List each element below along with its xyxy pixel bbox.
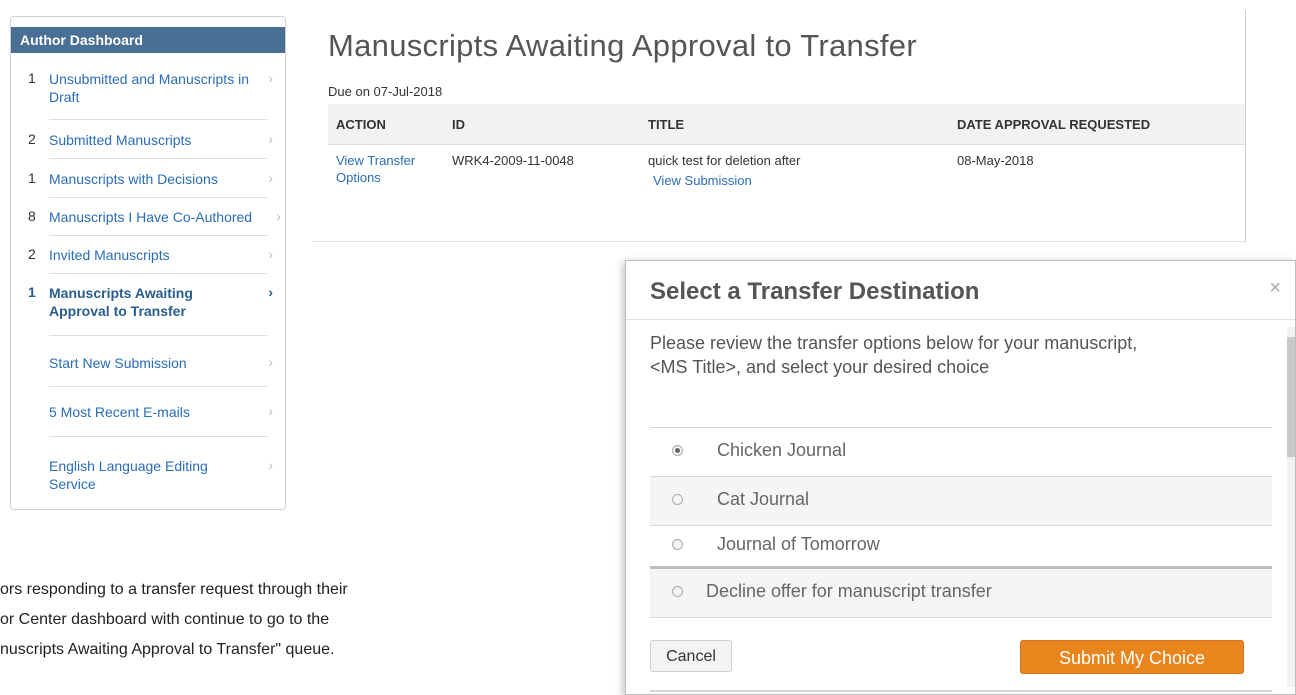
chevron-right-icon: › [268,354,273,370]
caption-line: ors responding to a transfer request thr… [0,581,348,598]
radio-button[interactable] [672,445,683,456]
divider [49,436,267,437]
radio-button[interactable] [672,586,683,597]
option-label: Journal of Tomorrow [717,534,880,554]
caption-text: ors responding to a transfer request thr… [0,575,620,665]
sidebar-item-label: 5 Most Recent E-mails [49,404,190,420]
date-approval-requested: 08-May-2018 [957,153,1034,168]
option-cat-journal[interactable]: Cat Journal [650,477,1272,525]
transfer-destination-modal: Select a Transfer Destination × Please r… [625,260,1296,695]
chevron-right-icon: › [276,208,281,224]
sidebar-item-label: Invited Manuscripts [49,247,170,263]
radio-button[interactable] [672,539,683,550]
chevron-right-icon: › [268,403,273,419]
sidebar-item-count: 8 [28,208,36,224]
chevron-right-icon: › [268,284,273,300]
divider [650,617,1272,618]
intro-line: Please review the transfer options below… [650,333,1138,353]
sidebar-item-count: 2 [28,246,36,262]
sidebar-item-label: Unsubmitted and Manuscripts in Draft [49,71,249,105]
sidebar-item-count: 1 [28,284,36,300]
divider [49,273,267,274]
option-label: Decline offer for manuscript transfer [706,581,992,601]
column-header-id: ID [452,117,465,132]
chevron-right-icon: › [268,246,273,262]
divider [49,335,267,336]
manuscript-title: quick test for deletion after [648,153,801,168]
divider [650,690,1272,692]
column-header-date: DATE APPROVAL REQUESTED [957,117,1151,132]
sidebar-item-count: 1 [28,70,36,86]
chevron-right-icon: › [268,170,273,186]
column-header-action: ACTION [336,117,386,132]
chevron-right-icon: › [268,131,273,147]
sidebar-item-label: English Language Editing Service [49,458,208,492]
divider [49,158,267,159]
sidebar-item-language-editing[interactable]: English Language Editing Service › [11,457,285,497]
column-header-title: TITLE [648,117,685,132]
submit-choice-button[interactable]: Submit My Choice [1020,640,1244,674]
divider [626,319,1295,320]
option-label: Cat Journal [717,489,810,509]
main-content: Manuscripts Awaiting Approval to Transfe… [312,10,1246,242]
manuscript-id: WRK4-2009-11-0048 [452,153,574,168]
sidebar-item-label: Manuscripts with Decisions [49,171,218,187]
chevron-right-icon: › [268,457,273,473]
option-label: Chicken Journal [717,440,847,460]
view-submission-link[interactable]: View Submission [653,172,752,189]
modal-title: Select a Transfer Destination [650,278,980,305]
table-header: ACTION ID TITLE DATE APPROVAL REQUESTED [328,104,1245,145]
scrollbar-thumb[interactable] [1287,337,1295,457]
sidebar-item-unsubmitted[interactable]: 1 Unsubmitted and Manuscripts in Draft › [11,70,285,110]
divider [49,197,267,198]
sidebar-item-label: Submitted Manuscripts [49,132,192,148]
sidebar-item-count: 2 [28,131,36,147]
option-journal-of-tomorrow[interactable]: Journal of Tomorrow [650,522,1272,570]
modal-intro: Please review the transfer options below… [650,331,1250,379]
due-date: Due on 07-Jul-2018 [328,84,443,99]
divider [49,119,267,120]
sidebar-item-awaiting-transfer[interactable]: 1 Manuscripts Awaiting Approval to Trans… [11,284,285,324]
caption-line: nuscripts Awaiting Approval to Transfer"… [0,641,335,658]
author-dashboard-sidebar: Author Dashboard 1 Unsubmitted and Manus… [10,16,286,510]
sidebar-item-label: Manuscripts Awaiting Approval to Transfe… [49,285,193,319]
divider [49,235,267,236]
chevron-right-icon: › [268,70,273,86]
view-transfer-options-link[interactable]: View Transfer Options [336,152,436,186]
radio-button[interactable] [672,494,683,505]
cancel-button[interactable]: Cancel [650,640,732,672]
sidebar-header: Author Dashboard [11,27,285,53]
sidebar-item-count: 1 [28,170,36,186]
option-chicken-journal[interactable]: Chicken Journal [650,428,1272,476]
page-title: Manuscripts Awaiting Approval to Transfe… [328,28,917,63]
caption-line: or Center dashboard with continue to go … [0,611,330,628]
sidebar-item-label: Start New Submission [49,355,187,371]
sidebar-item-label: Manuscripts I Have Co-Authored [49,209,253,225]
option-decline-transfer[interactable]: Decline offer for manuscript transfer [650,569,1272,617]
close-icon[interactable]: × [1269,277,1281,300]
divider [49,386,267,387]
intro-line: <MS Title>, and select your desired choi… [650,357,990,377]
